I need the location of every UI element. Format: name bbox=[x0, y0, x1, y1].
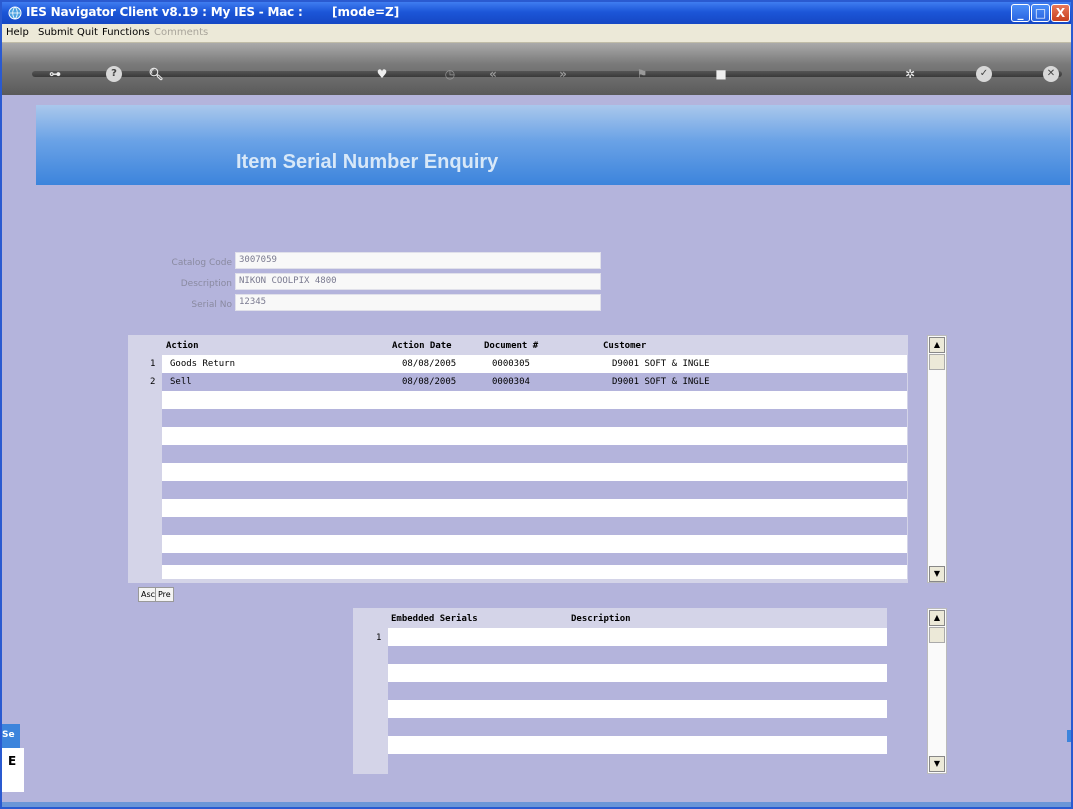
scroll-up-button[interactable]: ▲ bbox=[929, 610, 945, 626]
key-icon[interactable]: ⊶ bbox=[42, 66, 68, 82]
close-icon[interactable]: ✕ bbox=[1043, 66, 1059, 82]
menu-functions[interactable]: Functions bbox=[102, 27, 150, 38]
col-header-document[interactable]: Document # bbox=[484, 341, 538, 351]
pre-button[interactable]: Pre bbox=[155, 587, 174, 602]
serial-no-label: Serial No bbox=[191, 300, 232, 310]
header-banner: Item Serial Number Enquiry bbox=[36, 105, 1070, 185]
flag-icon[interactable]: ⚑ bbox=[634, 66, 650, 82]
close-window-button[interactable]: X bbox=[1051, 4, 1070, 22]
list-item[interactable] bbox=[388, 664, 887, 682]
right-edge-tab bbox=[1067, 730, 1071, 742]
cell-customer: D9001 SOFT & INGLE bbox=[612, 377, 710, 387]
table-row[interactable] bbox=[162, 409, 907, 427]
scroll-up-button[interactable]: ▲ bbox=[929, 337, 945, 353]
menu-submit[interactable]: Submit bbox=[38, 27, 73, 38]
page-title: Item Serial Number Enquiry bbox=[236, 151, 499, 173]
table-row[interactable] bbox=[162, 445, 907, 463]
list-item[interactable] bbox=[388, 646, 887, 664]
table-row[interactable] bbox=[162, 499, 907, 517]
menu-quit[interactable]: Quit bbox=[77, 27, 98, 38]
app-globe-icon bbox=[8, 6, 22, 20]
col-header-action[interactable]: Action bbox=[166, 341, 199, 351]
col-header-description[interactable]: Description bbox=[571, 614, 631, 624]
scroll-thumb[interactable] bbox=[929, 354, 945, 370]
cell-action: Goods Return bbox=[170, 359, 236, 369]
minimize-button[interactable]: _ bbox=[1011, 4, 1030, 22]
search-icon[interactable]: 🔍︎ bbox=[148, 66, 164, 82]
toolbar: ⊶ ? 🔍︎ ♥ ◷ « » ⚑ ■ ✲ ✓ ✕ bbox=[2, 43, 1071, 95]
cell-document: 0000305 bbox=[492, 359, 530, 369]
row-number-column bbox=[128, 335, 162, 583]
list-item[interactable] bbox=[388, 700, 887, 718]
table-row[interactable]: Sell 08/08/2005 0000304 D9001 SOFT & ING… bbox=[162, 373, 907, 391]
menu-bar: Help Submit Quit Functions Comments bbox=[2, 24, 1071, 43]
grid2-scrollbar[interactable]: ▲ ▼ bbox=[927, 608, 947, 774]
serial-no-field[interactable]: 12345 bbox=[235, 294, 601, 311]
col-header-customer[interactable]: Customer bbox=[603, 341, 646, 351]
app-window: IES Navigator Client v8.19 : My IES - Ma… bbox=[0, 0, 1073, 809]
side-panel-label: E bbox=[8, 754, 17, 768]
help-icon[interactable]: ? bbox=[106, 66, 122, 82]
list-item[interactable] bbox=[388, 718, 887, 736]
grid1-scrollbar[interactable]: ▲ ▼ bbox=[927, 335, 947, 583]
status-bar bbox=[2, 802, 1071, 807]
side-panel: E bbox=[2, 748, 24, 792]
clock-icon[interactable]: ◷ bbox=[442, 66, 458, 82]
list-item[interactable] bbox=[388, 754, 887, 774]
table-row[interactable] bbox=[162, 535, 907, 553]
stop-icon[interactable]: ■ bbox=[713, 66, 729, 82]
list-item[interactable] bbox=[388, 736, 887, 754]
scroll-down-button[interactable]: ▼ bbox=[929, 756, 945, 772]
table-row[interactable] bbox=[162, 427, 907, 445]
heart-icon[interactable]: ♥ bbox=[374, 66, 390, 82]
catalog-code-field[interactable]: 3007059 bbox=[235, 252, 601, 269]
description-label: Description bbox=[180, 279, 232, 289]
cell-date: 08/08/2005 bbox=[402, 359, 457, 369]
cell-customer: D9001 SOFT & INGLE bbox=[612, 359, 710, 369]
scroll-down-button[interactable]: ▼ bbox=[929, 566, 945, 582]
table-row[interactable] bbox=[162, 391, 907, 409]
col-header-action-date[interactable]: Action Date bbox=[392, 341, 452, 351]
table-row[interactable] bbox=[162, 481, 907, 499]
row-number: 1 bbox=[376, 633, 382, 643]
row-number: 2 bbox=[150, 377, 156, 387]
rewind-icon[interactable]: « bbox=[485, 66, 501, 82]
check-icon[interactable]: ✓ bbox=[976, 66, 992, 82]
cell-date: 08/08/2005 bbox=[402, 377, 457, 387]
menu-help[interactable]: Help bbox=[6, 27, 29, 38]
description-field[interactable]: NIKON COOLPIX 4800 bbox=[235, 273, 601, 290]
table-row[interactable]: Goods Return 08/08/2005 0000305 D9001 SO… bbox=[162, 355, 907, 373]
cell-action: Sell bbox=[170, 377, 192, 387]
row-number: 1 bbox=[150, 359, 156, 369]
table-row[interactable] bbox=[162, 463, 907, 481]
mode-indicator: [mode=Z] bbox=[332, 5, 400, 19]
scroll-thumb[interactable] bbox=[929, 627, 945, 643]
col-header-embedded-serials[interactable]: Embedded Serials bbox=[391, 614, 478, 624]
gear-icon[interactable]: ✲ bbox=[902, 66, 918, 82]
table-row[interactable] bbox=[162, 565, 907, 579]
window-title: IES Navigator Client v8.19 : My IES - Ma… bbox=[26, 5, 303, 19]
menu-comments[interactable]: Comments bbox=[154, 27, 208, 38]
table-row[interactable] bbox=[162, 517, 907, 535]
catalog-code-label: Catalog Code bbox=[171, 258, 232, 268]
cell-document: 0000304 bbox=[492, 377, 530, 387]
fast-forward-icon[interactable]: » bbox=[555, 66, 571, 82]
maximize-button[interactable]: □ bbox=[1031, 4, 1050, 22]
list-item[interactable] bbox=[388, 682, 887, 700]
side-tab[interactable]: Se bbox=[2, 724, 20, 748]
list-item[interactable] bbox=[388, 628, 887, 646]
title-bar: IES Navigator Client v8.19 : My IES - Ma… bbox=[2, 2, 1071, 24]
